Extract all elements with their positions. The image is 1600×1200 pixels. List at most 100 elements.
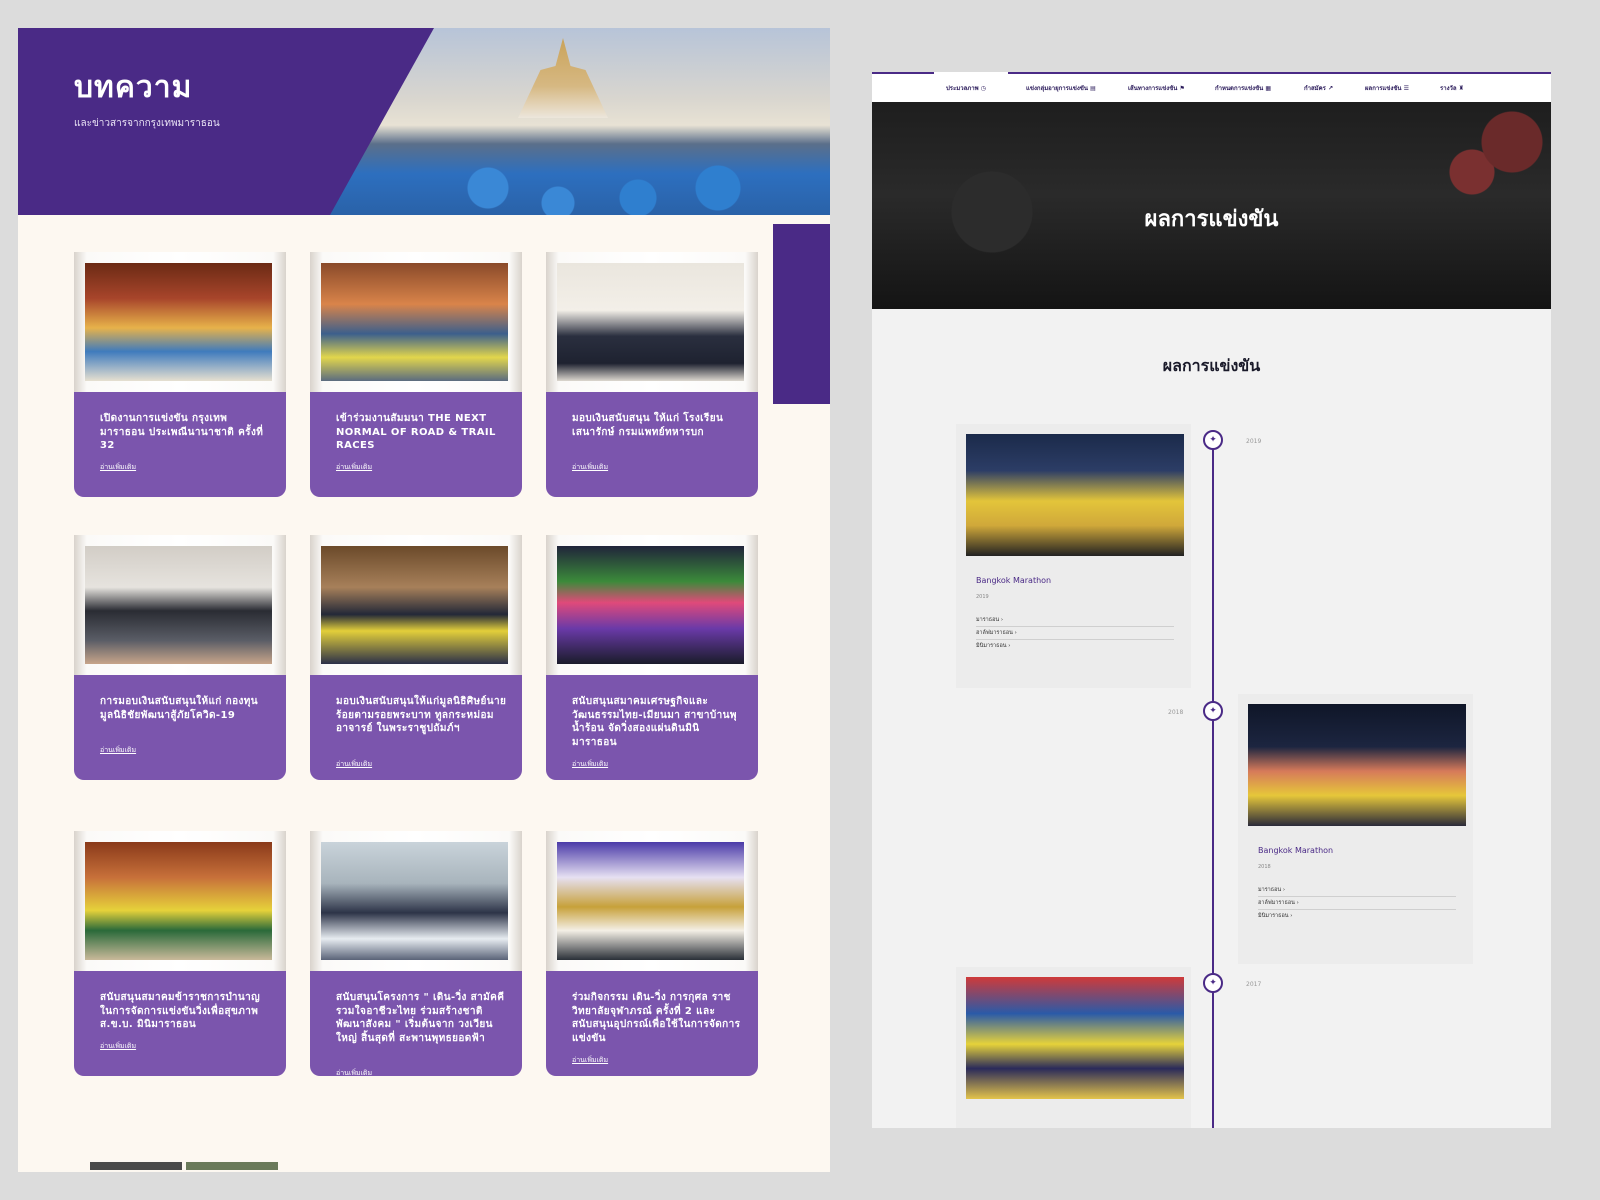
- article-card[interactable]: เข้าร่วมงานสัมมนา THE NEXT NORMAL OF ROA…: [310, 252, 522, 497]
- card-photo-frame: [310, 535, 522, 675]
- results-page: ประมวลภาพ ◷ แข่งกลุ่มอายุการแข่งขัน ▤ เส…: [872, 72, 1551, 1128]
- race-year: 2019: [976, 594, 989, 600]
- article-title[interactable]: การมอบเงินสนับสนุนให้แก่ กองทุนมูลนิธิชั…: [100, 695, 272, 722]
- flag-icon: ⚑: [1179, 85, 1185, 92]
- marathon-link[interactable]: มาราธอน ›: [1258, 886, 1456, 897]
- hero-banner: บทความ และข่าวสารจากกรุงเทพมาราธอน: [18, 28, 830, 215]
- timeline-year: 2018: [1168, 709, 1184, 716]
- external-link-icon: ↗: [1327, 85, 1333, 92]
- timeline-line: [1212, 440, 1214, 1128]
- articles-page: บทความ และข่าวสารจากกรุงเทพมาราธอน เปิดง…: [18, 28, 830, 1172]
- article-title[interactable]: สนับสนุนสมาคมเศรษฐกิจและวัฒนธรรมไทย-เมีย…: [572, 695, 744, 749]
- top-nav: ประมวลภาพ ◷ แข่งกลุ่มอายุการแข่งขัน ▤ เส…: [872, 72, 1551, 102]
- read-more-link[interactable]: อ่านเพิ่มเติม: [572, 462, 608, 473]
- page-title: บทความ: [74, 70, 193, 105]
- half-marathon-link[interactable]: ฮาล์ฟมาราธอน ›: [976, 629, 1174, 640]
- nav-label: กำสมัคร: [1304, 85, 1326, 92]
- read-more-link[interactable]: อ่านเพิ่มเติม: [336, 462, 372, 473]
- read-more-link[interactable]: อ่านเพิ่มเติม: [572, 759, 608, 770]
- article-card[interactable]: มอบเงินสนับสนุน ให้แก่ โรงเรียนเสนารักษ์…: [546, 252, 758, 497]
- card-photo-frame: [74, 831, 286, 971]
- article-card[interactable]: เปิดงานการแข่งขัน กรุงเทพมาราธอน ประเพณี…: [74, 252, 286, 497]
- trophy-icon: ♜: [1458, 85, 1465, 92]
- read-more-link[interactable]: อ่านเพิ่มเติม: [336, 759, 372, 770]
- read-more-link[interactable]: อ่านเพิ่มเติม: [100, 1041, 136, 1052]
- race-name[interactable]: Bangkok Marathon: [1258, 846, 1333, 855]
- document-icon: ▤: [1090, 85, 1096, 92]
- banner-title: ผลการแข่งขัน: [1144, 207, 1279, 232]
- article-card[interactable]: สนับสนุนสมาคมเศรษฐกิจและวัฒนธรรมไทย-เมีย…: [546, 535, 758, 780]
- mini-marathon-link[interactable]: มินิมาราธอน ›: [1258, 912, 1456, 922]
- nav-item-results[interactable]: ผลการแข่งขัน ☰: [1365, 83, 1409, 93]
- runner-icon: ✦: [1203, 430, 1223, 450]
- race-photo: [966, 977, 1184, 1099]
- timeline-year: 2019: [1246, 438, 1262, 445]
- article-photo: [85, 546, 272, 664]
- article-title[interactable]: เข้าร่วมงานสัมมนา THE NEXT NORMAL OF ROA…: [336, 412, 508, 453]
- clock-icon: ◷: [980, 85, 986, 92]
- nav-item-register[interactable]: กำสมัคร ↗: [1304, 83, 1333, 93]
- nav-item-gallery[interactable]: ประมวลภาพ ◷: [946, 83, 986, 93]
- race-photo: [1248, 704, 1466, 826]
- nav-label: ผลการแข่งขัน: [1365, 85, 1402, 92]
- nav-item-age-groups[interactable]: แข่งกลุ่มอายุการแข่งขัน ▤: [1026, 83, 1096, 93]
- card-photo-frame: [310, 831, 522, 971]
- runner-icon: ✦: [1203, 973, 1223, 993]
- timeline-card: [956, 967, 1191, 1128]
- nav-active-indicator: [934, 72, 1008, 74]
- race-year: 2018: [1258, 864, 1271, 870]
- article-photo: [321, 842, 508, 960]
- article-card[interactable]: การมอบเงินสนับสนุนให้แก่ กองทุนมูลนิธิชั…: [74, 535, 286, 780]
- article-title[interactable]: มอบเงินสนับสนุน ให้แก่ โรงเรียนเสนารักษ์…: [572, 412, 744, 439]
- results-banner: ผลการแข่งขัน: [872, 102, 1551, 309]
- article-card[interactable]: มอบเงินสนับสนุนให้แก่มูลนิธิศิษย์นายร้อย…: [310, 535, 522, 780]
- half-marathon-link[interactable]: ฮาล์ฟมาราธอน ›: [1258, 899, 1456, 910]
- nav-item-awards[interactable]: รางวัล ♜: [1440, 83, 1464, 93]
- race-photo: [966, 434, 1184, 556]
- list-icon: ☰: [1403, 85, 1410, 92]
- section-title: ผลการแข่งขัน: [1162, 356, 1261, 375]
- card-photo-frame: [74, 252, 286, 392]
- article-photo: [321, 546, 508, 664]
- article-photo: [321, 263, 508, 381]
- article-photo: [85, 263, 272, 381]
- timeline-year: 2017: [1246, 981, 1262, 988]
- nav-item-schedule[interactable]: กำหนดการแข่งขัน ▦: [1215, 83, 1271, 93]
- page-subtitle: และข่าวสารจากกรุงเทพมาราธอน: [74, 118, 220, 129]
- nav-label: เส้นทางการแข่งขัน: [1128, 85, 1178, 92]
- race-name[interactable]: Bangkok Marathon: [976, 576, 1051, 585]
- nav-item-route[interactable]: เส้นทางการแข่งขัน ⚑: [1128, 83, 1185, 93]
- article-card[interactable]: สนับสนุนสมาคมข้าราชการบำนาญ ในการจัดการแ…: [74, 831, 286, 1076]
- article-title[interactable]: สนับสนุนโครงการ " เดิน-วิ่ง สามัคคีรวมใจ…: [336, 991, 508, 1045]
- marathon-link[interactable]: มาราธอน ›: [976, 616, 1174, 627]
- article-card[interactable]: สนับสนุนโครงการ " เดิน-วิ่ง สามัคคีรวมใจ…: [310, 831, 522, 1076]
- timeline-card: Bangkok Marathon 2019 มาราธอน › ฮาล์ฟมาร…: [956, 424, 1191, 688]
- next-row-photo-peek: [90, 1162, 182, 1170]
- article-photo: [85, 842, 272, 960]
- article-title[interactable]: สนับสนุนสมาคมข้าราชการบำนาญ ในการจัดการแ…: [100, 991, 272, 1032]
- card-photo-frame: [546, 252, 758, 392]
- read-more-link[interactable]: อ่านเพิ่มเติม: [100, 462, 136, 473]
- timeline-card: Bangkok Marathon 2018 มาราธอน › ฮาล์ฟมาร…: [1238, 694, 1473, 964]
- purple-accent-strip: [773, 224, 830, 404]
- article-title[interactable]: มอบเงินสนับสนุนให้แก่มูลนิธิศิษย์นายร้อย…: [336, 695, 508, 736]
- card-photo-frame: [310, 252, 522, 392]
- mini-marathon-link[interactable]: มินิมาราธอน ›: [976, 642, 1174, 652]
- card-photo-frame: [546, 535, 758, 675]
- article-photo: [557, 842, 744, 960]
- runner-icon: ✦: [1203, 701, 1223, 721]
- article-card[interactable]: ร่วมกิจกรรม เดิน-วิ่ง การกุศล ราชวิทยาลั…: [546, 831, 758, 1076]
- card-photo-frame: [546, 831, 758, 971]
- calendar-icon: ▦: [1265, 85, 1272, 92]
- next-row-photo-peek: [186, 1162, 278, 1170]
- article-photo: [557, 263, 744, 381]
- read-more-link[interactable]: อ่านเพิ่มเติม: [572, 1055, 608, 1066]
- card-photo-frame: [74, 535, 286, 675]
- nav-label: รางวัล: [1440, 85, 1457, 92]
- read-more-link[interactable]: อ่านเพิ่มเติม: [100, 745, 136, 756]
- nav-label: กำหนดการแข่งขัน: [1215, 85, 1264, 92]
- nav-label: ประมวลภาพ: [946, 85, 979, 92]
- read-more-link[interactable]: อ่านเพิ่มเติม: [336, 1068, 372, 1076]
- article-title[interactable]: ร่วมกิจกรรม เดิน-วิ่ง การกุศล ราชวิทยาลั…: [572, 991, 744, 1045]
- article-title[interactable]: เปิดงานการแข่งขัน กรุงเทพมาราธอน ประเพณี…: [100, 412, 272, 453]
